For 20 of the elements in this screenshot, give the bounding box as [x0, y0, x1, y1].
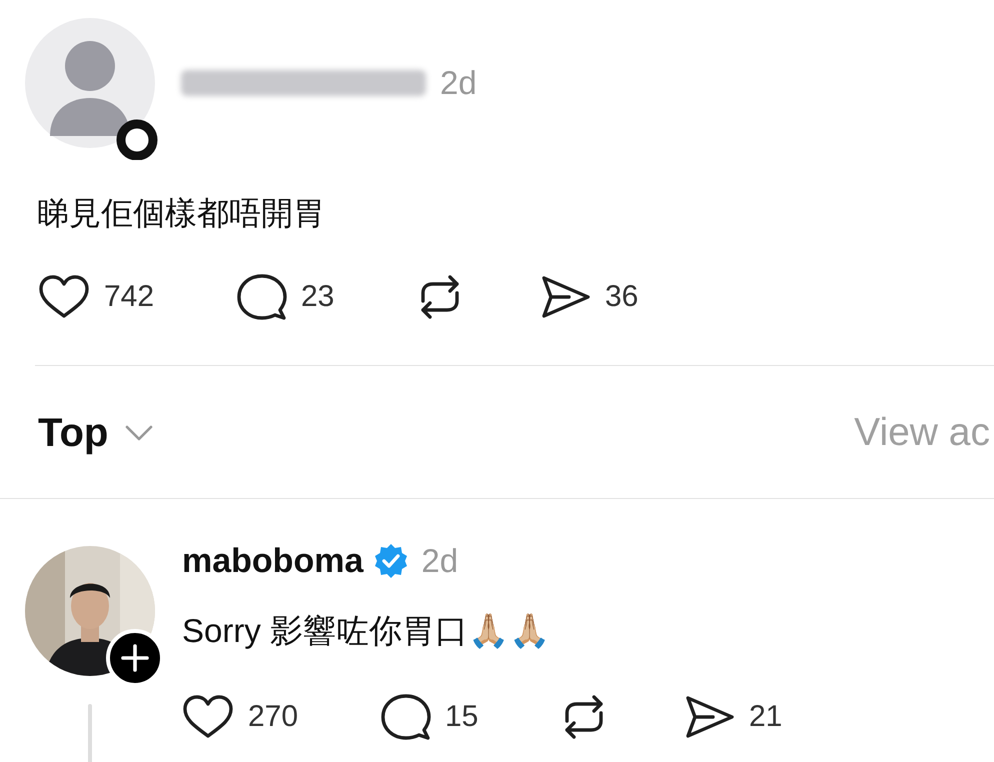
username[interactable]: maboboma [182, 542, 364, 580]
comment-count: 23 [301, 280, 334, 314]
post-time: 2d [440, 64, 477, 102]
speech-bubble-icon[interactable] [237, 273, 287, 321]
reply-text: Sorry 影響咗你胃口🙏🏼🙏🏼 [182, 611, 552, 651]
paper-plane-icon[interactable] [685, 695, 735, 739]
comment-count: 15 [445, 700, 478, 734]
thread-line [88, 704, 92, 762]
like-count: 270 [248, 700, 298, 734]
speech-bubble-icon[interactable] [381, 693, 431, 741]
reply-time: 2d [421, 542, 458, 580]
share-count: 36 [605, 280, 638, 314]
chevron-down-icon [124, 424, 154, 442]
heart-icon[interactable] [38, 274, 90, 320]
heart-icon[interactable] [182, 694, 234, 740]
paper-plane-icon[interactable] [541, 275, 591, 319]
share-count: 21 [749, 700, 782, 734]
like-count: 742 [104, 280, 154, 314]
sort-dropdown[interactable]: Top [38, 410, 154, 456]
post-text: 睇見佢個樣都唔開胃 [37, 194, 326, 233]
